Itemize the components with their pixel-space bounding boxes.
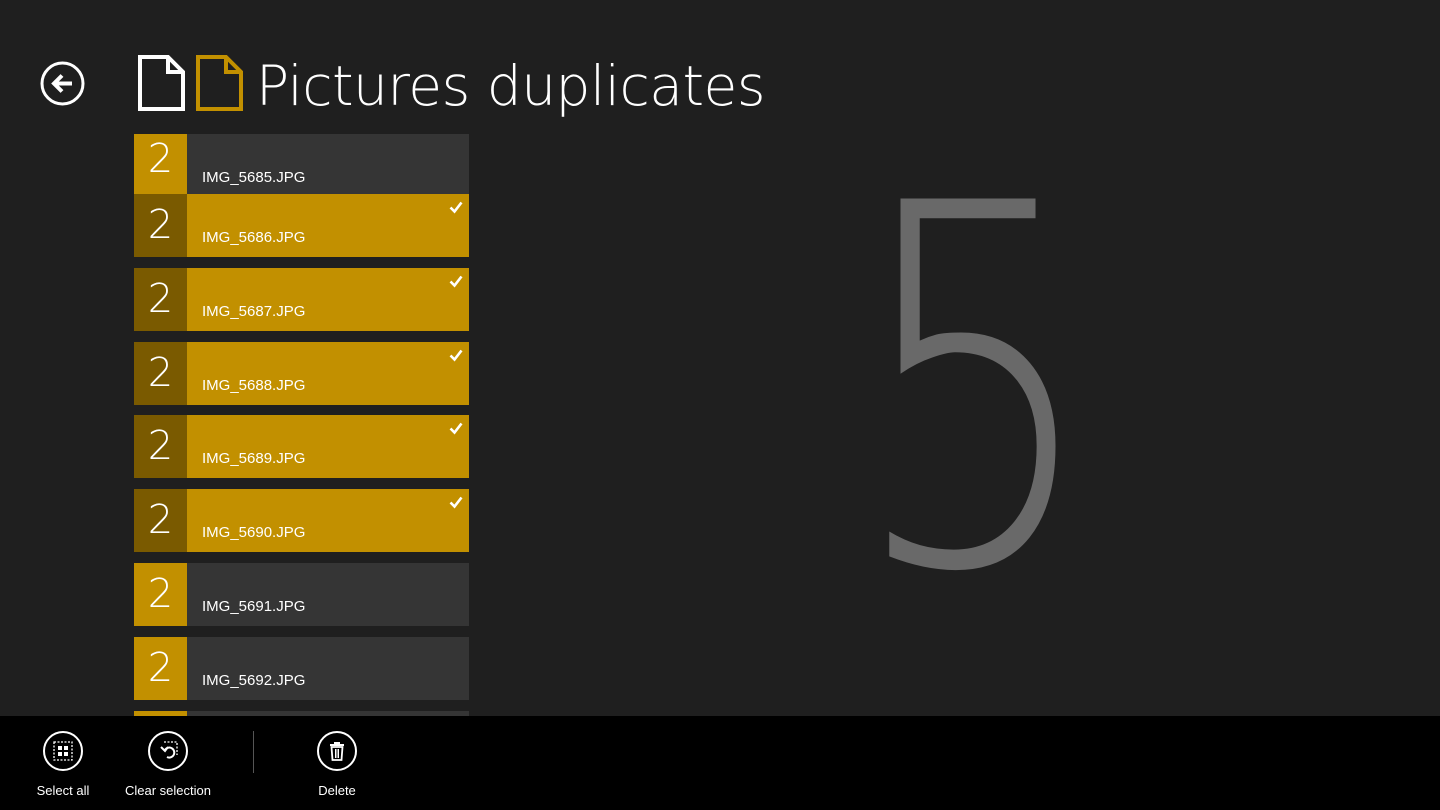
app-window: Pictures duplicates 2 IMG_5685.JPG 2 IMG…: [0, 0, 1440, 810]
page-title: Pictures duplicates: [256, 54, 766, 118]
checkmark-icon: [449, 422, 463, 435]
delete-button[interactable]: Delete: [314, 731, 360, 801]
duplicate-count: 2: [134, 563, 187, 626]
document-icon: [138, 55, 185, 111]
clear-selection-button[interactable]: Clear selection: [123, 731, 213, 801]
selected-count-display: 5: [850, 99, 1099, 681]
file-name: IMG_5687.JPG: [202, 303, 306, 320]
checkmark-icon: [449, 349, 463, 362]
file-list-item[interactable]: 2 IMG_5690.JPG: [134, 489, 469, 552]
back-arrow-icon: [40, 61, 85, 106]
file-name: IMG_5685.JPG: [202, 169, 306, 186]
file-list-item[interactable]: 2 IMG_5688.JPG: [134, 342, 469, 405]
file-list-item[interactable]: 2 IMG_5689.JPG: [134, 415, 469, 478]
duplicate-count: 2: [134, 194, 187, 257]
file-name: IMG_5686.JPG: [202, 229, 306, 246]
select-all-icon: [43, 731, 83, 771]
duplicate-count: 2: [134, 134, 187, 197]
delete-label: Delete: [318, 783, 356, 798]
clear-selection-label: Clear selection: [125, 783, 211, 798]
app-bar-separator: [253, 731, 254, 773]
file-name: IMG_5691.JPG: [202, 598, 306, 615]
title-icons: [138, 55, 244, 111]
duplicate-count: 2: [134, 268, 187, 331]
select-all-button[interactable]: Select all: [36, 731, 90, 801]
duplicate-count: 2: [134, 415, 187, 478]
trash-icon: [317, 731, 357, 771]
file-name: IMG_5690.JPG: [202, 524, 306, 541]
file-list-item[interactable]: 2 IMG_5691.JPG: [134, 563, 469, 626]
duplicate-file-list[interactable]: 2 IMG_5685.JPG 2 IMG_5686.JPG 2 IMG_5687…: [134, 134, 469, 716]
checkmark-icon: [449, 496, 463, 509]
file-name: IMG_5689.JPG: [202, 450, 306, 467]
checkmark-icon: [449, 201, 463, 214]
file-list-item[interactable]: 2 IMG_5687.JPG: [134, 268, 469, 331]
checkmark-icon: [449, 275, 463, 288]
back-button[interactable]: [40, 61, 85, 106]
file-name: IMG_5692.JPG: [202, 672, 306, 689]
duplicate-count: 2: [134, 637, 187, 700]
file-name: IMG_5688.JPG: [202, 377, 306, 394]
document-duplicate-icon: [196, 55, 243, 111]
duplicate-count: 2: [134, 489, 187, 552]
app-bar: Select all Clear selection Delete: [0, 716, 1440, 810]
file-list-item[interactable]: 2 IMG_5686.JPG: [134, 194, 469, 257]
file-list-item[interactable]: 2 IMG_5685.JPG: [134, 134, 469, 197]
duplicate-count: 2: [134, 342, 187, 405]
clear-selection-icon: [148, 731, 188, 771]
select-all-label: Select all: [36, 783, 90, 798]
file-list-item[interactable]: 2 IMG_5692.JPG: [134, 637, 469, 700]
